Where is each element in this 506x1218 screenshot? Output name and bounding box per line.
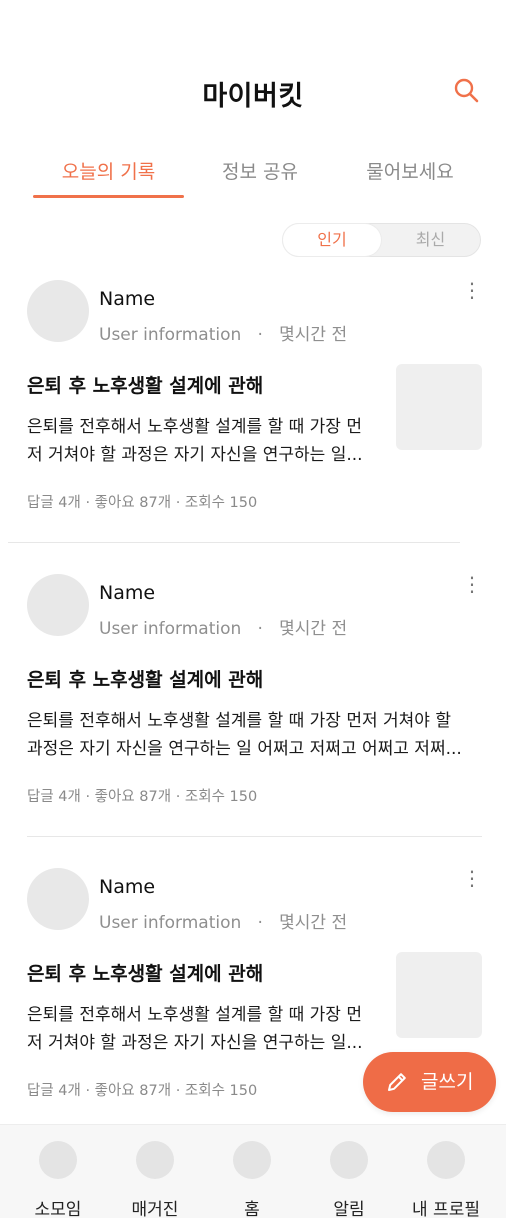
more-vertical-icon: ⋮ bbox=[462, 572, 482, 596]
post-time: 몇시간 전 bbox=[279, 913, 348, 933]
post-excerpt-line: 과정은 자기 자신을 연구하는 일 어쩌고 저쩌고 어쩌고 저쩌... bbox=[27, 739, 462, 759]
more-vertical-icon: ⋮ bbox=[462, 278, 482, 302]
post-time: 몇시간 전 bbox=[279, 619, 348, 639]
tab-label: 물어보세요 bbox=[366, 161, 454, 183]
category-tabs: 오늘의 기록 정보 공유 물어보세요 bbox=[0, 150, 506, 200]
write-post-label: 글쓰기 bbox=[421, 1071, 474, 1093]
app-header: 마이버킷 bbox=[0, 60, 506, 124]
author-info-text: User information bbox=[99, 913, 242, 933]
nav-label: 매거진 bbox=[131, 1200, 179, 1218]
avatar bbox=[27, 868, 89, 930]
search-button[interactable] bbox=[452, 76, 480, 104]
post-excerpt: 은퇴를 전후해서 노후생활 설계를 할 때 가장 먼 저 거쳐야 할 과정은 자… bbox=[27, 1001, 363, 1057]
author-name: Name bbox=[99, 876, 156, 898]
magazine-icon bbox=[136, 1141, 174, 1179]
groups-icon bbox=[39, 1141, 77, 1179]
post-stats: 답글 4개 · 좋아요 87개 · 조회수 150 bbox=[27, 1083, 258, 1099]
post-divider bbox=[8, 542, 460, 543]
bell-icon bbox=[330, 1141, 368, 1179]
post-title: 은퇴 후 노후생활 설계에 관해 bbox=[27, 963, 264, 985]
post-excerpt: 은퇴를 전후해서 노후생활 설계를 할 때 가장 먼저 거쳐야 할 과정은 자기… bbox=[27, 707, 462, 763]
separator-dot: · bbox=[246, 619, 274, 639]
post-stats: 답글 4개 · 좋아요 87개 · 조회수 150 bbox=[27, 789, 258, 805]
post-excerpt-line: 은퇴를 전후해서 노후생활 설계를 할 때 가장 먼저 거쳐야 할 bbox=[27, 711, 451, 731]
page-title: 마이버킷 bbox=[202, 81, 304, 112]
author-name: Name bbox=[99, 582, 156, 604]
nav-label: 내 프로필 bbox=[412, 1200, 480, 1218]
write-post-button[interactable]: 글쓰기 bbox=[363, 1052, 496, 1112]
separator-dot: · bbox=[246, 325, 274, 345]
post-title: 은퇴 후 노후생활 설계에 관해 bbox=[27, 669, 264, 691]
post-title: 은퇴 후 노후생활 설계에 관해 bbox=[27, 375, 264, 397]
more-options-button[interactable]: ⋮ bbox=[462, 277, 482, 303]
author-info: User information · 몇시간 전 bbox=[99, 908, 347, 933]
nav-item-notifications[interactable]: 알림 bbox=[299, 1125, 399, 1218]
author-name: Name bbox=[99, 288, 156, 310]
author-info-text: User information bbox=[99, 619, 242, 639]
post-time: 몇시간 전 bbox=[279, 325, 348, 345]
post-divider bbox=[27, 836, 482, 837]
tab-today-record[interactable]: 오늘의 기록 bbox=[33, 150, 184, 200]
avatar bbox=[27, 280, 89, 342]
avatar bbox=[27, 574, 89, 636]
active-tab-indicator bbox=[33, 195, 184, 198]
sort-popular-option[interactable]: 인기 bbox=[283, 224, 381, 256]
sort-toggle: 인기 최신 bbox=[282, 223, 481, 257]
author-info: User information · 몇시간 전 bbox=[99, 614, 347, 639]
nav-label: 소모임 bbox=[34, 1200, 82, 1218]
author-info-text: User information bbox=[99, 325, 242, 345]
tab-label: 정보 공유 bbox=[222, 161, 298, 183]
tab-ask[interactable]: 물어보세요 bbox=[340, 150, 480, 200]
pencil-icon bbox=[388, 1073, 406, 1091]
nav-item-home[interactable]: 홈 bbox=[202, 1125, 302, 1218]
nav-label: 알림 bbox=[333, 1200, 365, 1218]
nav-label: 홈 bbox=[244, 1200, 260, 1218]
more-vertical-icon: ⋮ bbox=[462, 866, 482, 890]
app-screen: 마이버킷 오늘의 기록 정보 공유 물어보세요 인기 최신 Name User … bbox=[0, 0, 506, 1218]
more-options-button[interactable]: ⋮ bbox=[462, 865, 482, 891]
post-excerpt-line: 저 거쳐야 할 과정은 자기 자신을 연구하는 일... bbox=[27, 445, 363, 465]
post-excerpt-line: 은퇴를 전후해서 노후생활 설계를 할 때 가장 먼 bbox=[27, 417, 362, 437]
home-icon bbox=[233, 1141, 271, 1179]
post-thumbnail bbox=[396, 952, 482, 1038]
nav-item-magazine[interactable]: 매거진 bbox=[105, 1125, 205, 1218]
nav-item-groups[interactable]: 소모임 bbox=[8, 1125, 108, 1218]
sort-latest-option[interactable]: 최신 bbox=[381, 224, 480, 256]
nav-item-profile[interactable]: 내 프로필 bbox=[396, 1125, 496, 1218]
separator-dot: · bbox=[246, 913, 274, 933]
search-icon bbox=[454, 78, 479, 103]
post-excerpt-line: 저 거쳐야 할 과정은 자기 자신을 연구하는 일... bbox=[27, 1033, 363, 1053]
tab-label: 오늘의 기록 bbox=[61, 161, 156, 183]
post-thumbnail bbox=[396, 364, 482, 450]
post-excerpt: 은퇴를 전후해서 노후생활 설계를 할 때 가장 먼 저 거쳐야 할 과정은 자… bbox=[27, 413, 363, 469]
post-stats: 답글 4개 · 좋아요 87개 · 조회수 150 bbox=[27, 495, 258, 511]
more-options-button[interactable]: ⋮ bbox=[462, 571, 482, 597]
post-excerpt-line: 은퇴를 전후해서 노후생활 설계를 할 때 가장 먼 bbox=[27, 1005, 362, 1025]
bottom-navigation: 소모임 매거진 홈 알림 내 프로필 bbox=[0, 1124, 506, 1218]
profile-icon bbox=[427, 1141, 465, 1179]
tab-info-share[interactable]: 정보 공유 bbox=[190, 150, 330, 200]
author-info: User information · 몇시간 전 bbox=[99, 320, 347, 345]
